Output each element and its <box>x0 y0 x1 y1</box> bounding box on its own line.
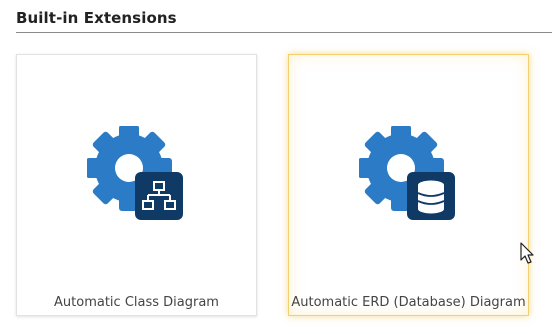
mouse-cursor-icon <box>520 242 534 264</box>
gear-database-icon <box>359 126 455 220</box>
section-divider <box>16 32 552 33</box>
extension-label: Automatic ERD (Database) Diagram <box>291 295 526 310</box>
extension-card-class-diagram[interactable]: Automatic Class Diagram <box>16 54 257 316</box>
extension-label: Automatic Class Diagram <box>54 295 219 310</box>
extension-card-erd-diagram[interactable]: Automatic ERD (Database) Diagram <box>288 54 529 316</box>
gear-class-diagram-icon <box>87 126 183 220</box>
section-title: Built-in Extensions <box>16 9 177 27</box>
